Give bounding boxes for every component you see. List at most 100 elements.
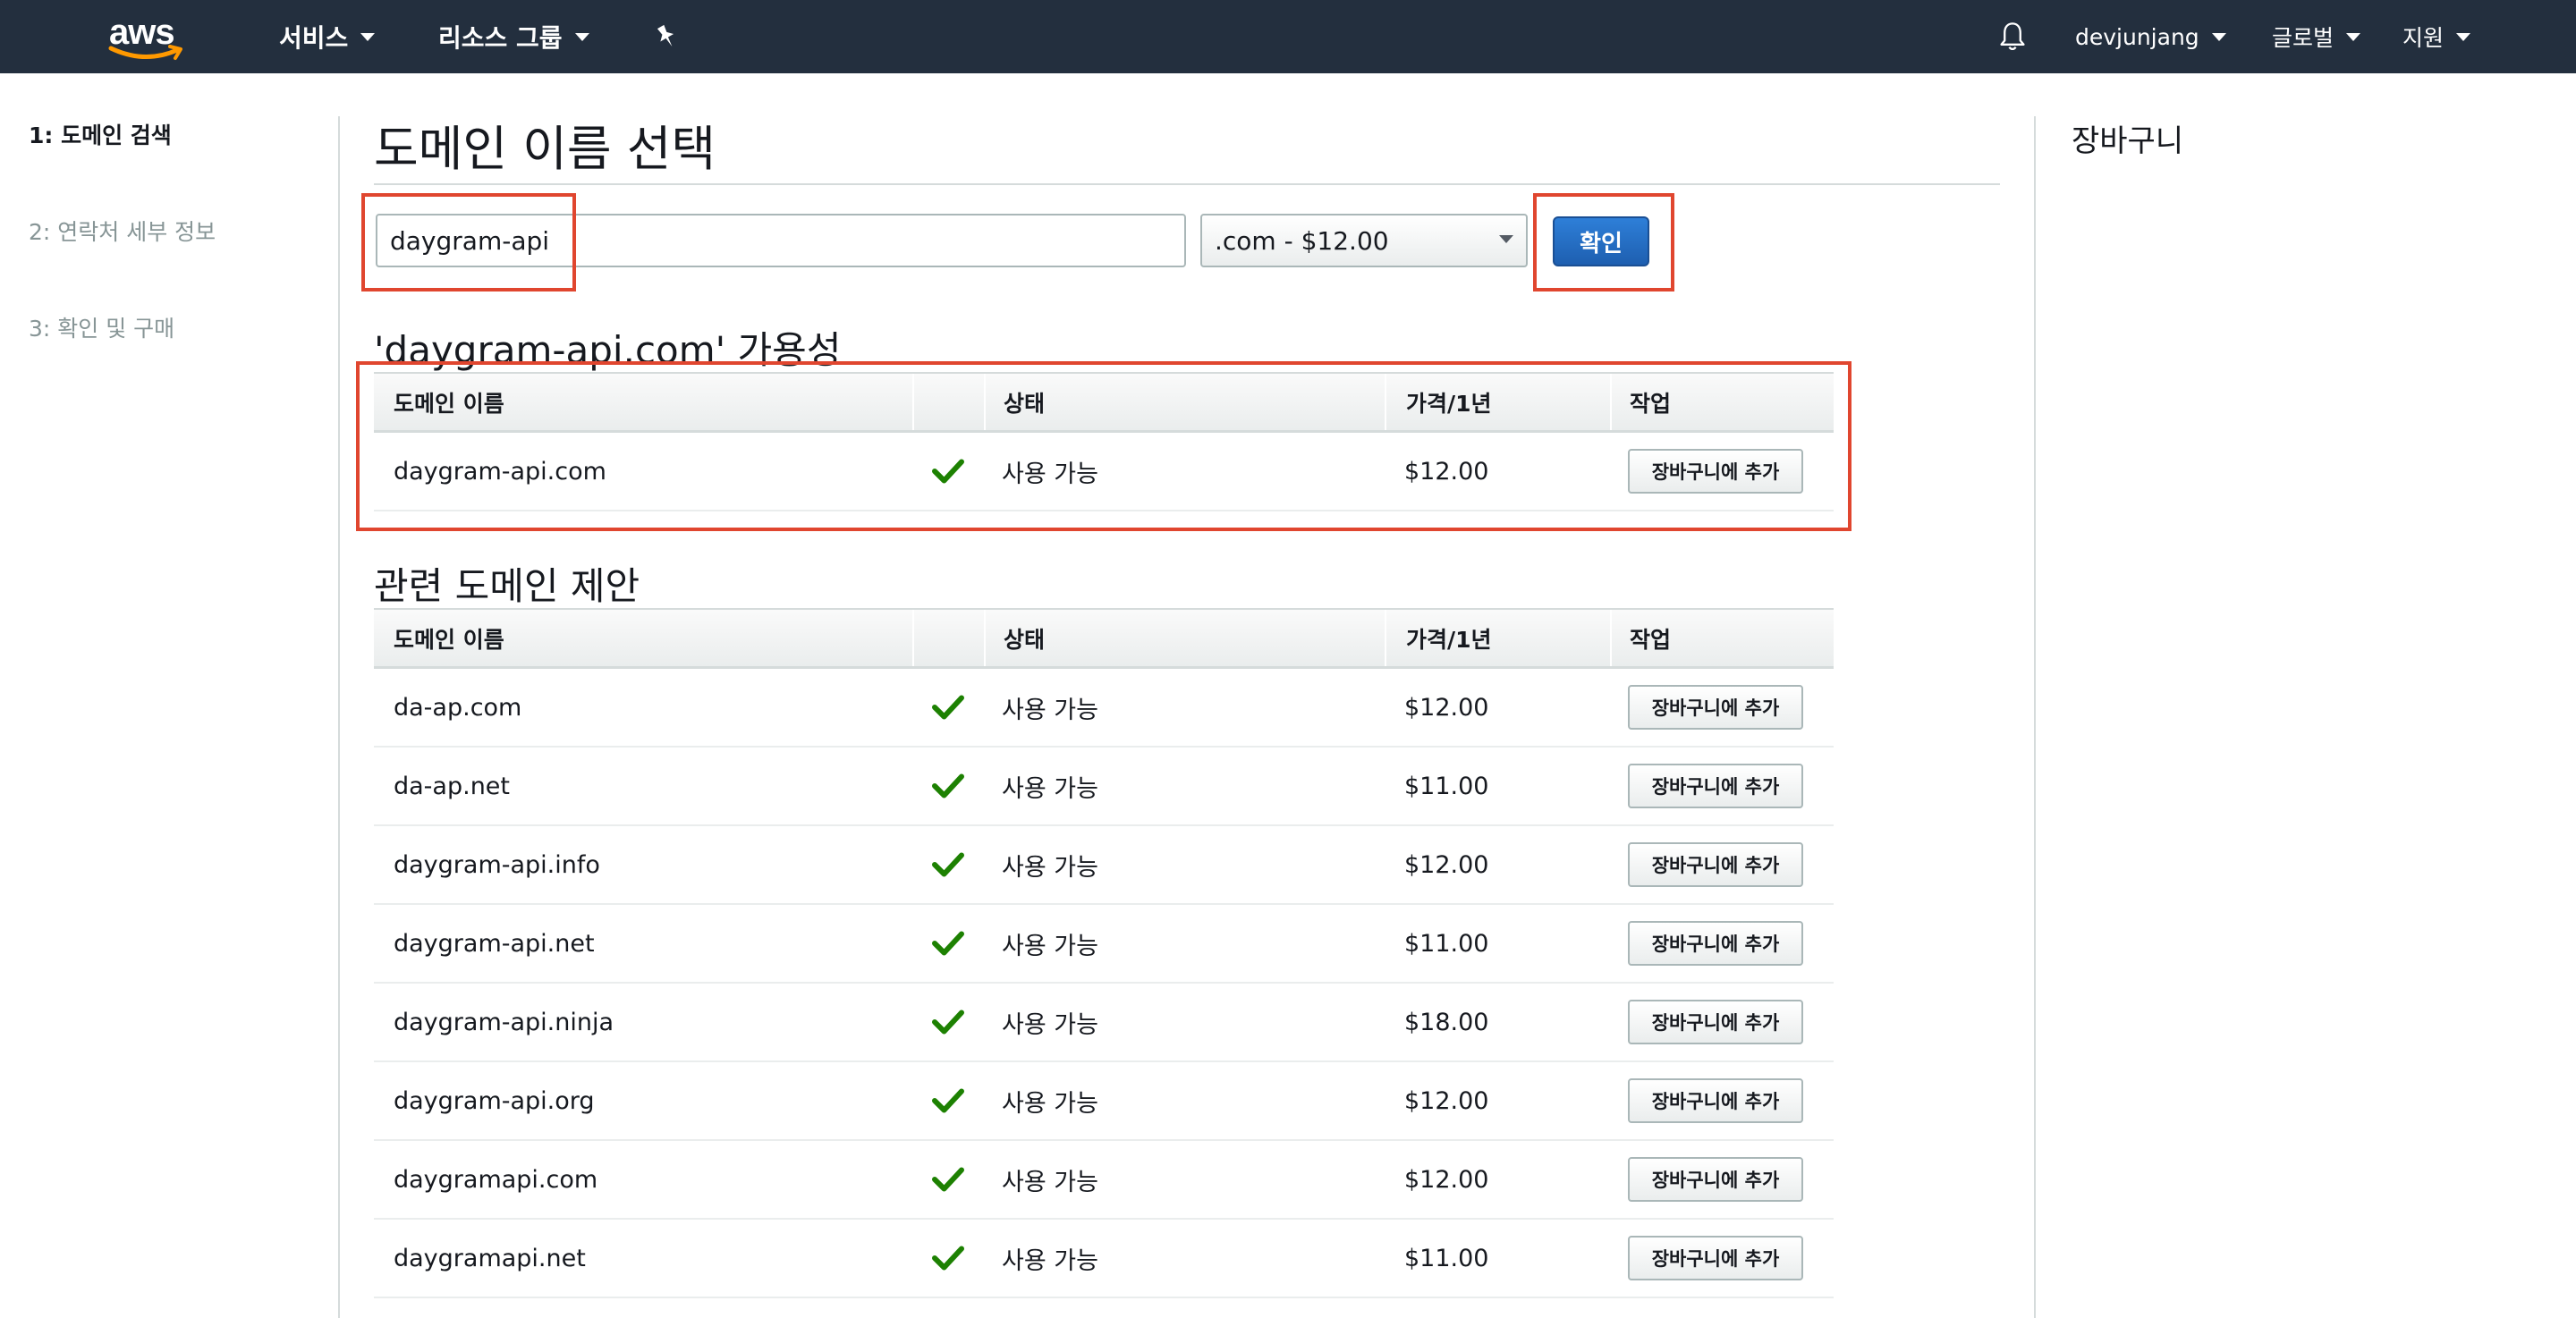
status-cell: 사용 가능 — [1002, 932, 1098, 960]
status-icon-cell — [912, 694, 984, 721]
check-icon — [932, 1167, 964, 1192]
resource-groups-menu-label: 리소스 그룹 — [438, 23, 563, 53]
header-action: 작업 — [1610, 374, 1834, 430]
suggestions-table: 도메인 이름 상태 가격/1년 작업 da-ap.com 사용 가능 $12.00 장… — [374, 608, 1834, 1298]
check-icon — [932, 695, 964, 720]
status-icon-cell — [912, 1087, 984, 1114]
action-cell: 장바구니에 추가 — [1610, 764, 1834, 808]
pin-icon[interactable] — [651, 21, 682, 52]
action-cell: 장바구니에 추가 — [1610, 685, 1834, 730]
chevron-down-icon — [2211, 32, 2226, 41]
status-cell: 사용 가능 — [1002, 1010, 1098, 1039]
page-title: 도메인 이름 선택 — [374, 121, 716, 177]
services-menu[interactable]: 서비스 — [279, 0, 376, 73]
action-cell: 장바구니에 추가 — [1610, 842, 1834, 887]
price-cell: $12.00 — [1404, 1086, 1489, 1115]
aws-logo[interactable]: aws — [106, 13, 186, 61]
header-domain-name: 도메인 이름 — [394, 390, 504, 417]
price-cell: $11.00 — [1404, 1244, 1489, 1272]
chevron-down-icon — [574, 32, 589, 41]
action-cell: 장바구니에 추가 — [1610, 1000, 1834, 1044]
step-contact-details[interactable]: 2: 연락처 세부 정보 — [29, 215, 216, 247]
top-navigation-bar: aws 서비스 리소스 그룹 devjunjang 글로벌 지원 — [0, 0, 2576, 73]
status-cell: 사용 가능 — [1002, 1168, 1098, 1196]
status-icon-cell — [912, 773, 984, 799]
check-icon — [932, 459, 964, 484]
availability-title: 'daygram-api.com' 가용성 — [374, 328, 842, 372]
chevron-down-icon — [2346, 32, 2361, 41]
availability-table: 도메인 이름 상태 가격/1년 작업 daygram-api.com 사용 가능 $… — [374, 372, 1834, 511]
dropdown-arrow-icon — [1499, 235, 1513, 243]
region-menu-label: 글로벌 — [2272, 25, 2334, 51]
action-cell: 장바구니에 추가 — [1610, 1157, 1834, 1202]
status-icon-cell — [912, 458, 984, 485]
add-to-cart-button[interactable]: 장바구니에 추가 — [1628, 921, 1803, 966]
domain-name-cell: daygram-api.info — [394, 850, 600, 879]
user-account-menu[interactable]: devjunjang — [2075, 0, 2226, 73]
header-domain-name: 도메인 이름 — [394, 626, 504, 653]
tld-select-value: .com - $12.00 — [1215, 225, 1389, 256]
check-icon — [932, 852, 964, 877]
action-cell: 장바구니에 추가 — [1610, 449, 1834, 494]
support-menu[interactable]: 지원 — [2402, 0, 2471, 73]
header-status: 상태 — [984, 610, 1385, 666]
price-cell: $12.00 — [1404, 1165, 1489, 1194]
add-to-cart-button[interactable]: 장바구니에 추가 — [1628, 764, 1803, 808]
table-row: daygramapi.net 사용 가능 $11.00 장바구니에 추가 — [374, 1220, 1834, 1298]
suggestions-title: 관련 도메인 제안 — [374, 564, 640, 608]
add-to-cart-button[interactable]: 장바구니에 추가 — [1628, 1000, 1803, 1044]
table-header: 도메인 이름 상태 가격/1년 작업 — [374, 608, 1834, 669]
bell-icon[interactable] — [1996, 20, 2029, 54]
status-cell: 사용 가능 — [1002, 460, 1098, 488]
domain-name-cell: daygram-api.org — [394, 1086, 595, 1115]
header-price: 가격/1년 — [1385, 374, 1610, 430]
add-to-cart-button[interactable]: 장바구니에 추가 — [1628, 1236, 1803, 1280]
status-cell: 사용 가능 — [1002, 853, 1098, 882]
table-row: da-ap.com 사용 가능 $12.00 장바구니에 추가 — [374, 669, 1834, 748]
add-to-cart-button[interactable]: 장바구니에 추가 — [1628, 685, 1803, 730]
table-row: da-ap.net 사용 가능 $11.00 장바구니에 추가 — [374, 748, 1834, 826]
step-review-purchase[interactable]: 3: 확인 및 구매 — [29, 311, 216, 343]
domain-name-cell: daygramapi.net — [394, 1244, 586, 1272]
status-cell: 사용 가능 — [1002, 1246, 1098, 1275]
action-cell: 장바구니에 추가 — [1610, 1236, 1834, 1280]
table-row: daygram-api.org 사용 가능 $12.00 장바구니에 추가 — [374, 1062, 1834, 1141]
table-row: daygram-api.info 사용 가능 $12.00 장바구니에 추가 — [374, 826, 1834, 905]
chevron-down-icon — [360, 32, 376, 41]
price-cell: $11.00 — [1404, 929, 1489, 958]
header-status-icon — [912, 610, 984, 666]
add-to-cart-button[interactable]: 장바구니에 추가 — [1628, 1078, 1803, 1123]
aws-smile-icon — [108, 45, 182, 60]
tld-select[interactable]: .com - $12.00 — [1200, 214, 1528, 267]
check-icon — [932, 931, 964, 956]
cart-title: 장바구니 — [2072, 123, 2184, 159]
resource-groups-menu[interactable]: 리소스 그룹 — [438, 0, 589, 73]
domain-name-cell: da-ap.com — [394, 693, 522, 722]
status-cell: 사용 가능 — [1002, 774, 1098, 803]
price-cell: $11.00 — [1404, 772, 1489, 800]
step-domain-search[interactable]: 1: 도메인 검색 — [29, 118, 216, 150]
header-status-icon — [912, 374, 984, 430]
check-icon — [932, 1246, 964, 1271]
support-menu-label: 지원 — [2402, 25, 2445, 51]
price-cell: $18.00 — [1404, 1008, 1489, 1036]
domain-name-cell: daygram-api.net — [394, 929, 595, 958]
check-icon — [932, 773, 964, 798]
header-status: 상태 — [984, 374, 1385, 430]
table-row: daygram-api.com 사용 가능 $12.00 장바구니에 추가 — [374, 433, 1834, 511]
region-menu[interactable]: 글로벌 — [2272, 0, 2361, 73]
user-account-label: devjunjang — [2075, 23, 2199, 50]
add-to-cart-button[interactable]: 장바구니에 추가 — [1628, 449, 1803, 494]
services-menu-label: 서비스 — [279, 23, 349, 53]
domain-name-cell: daygram-api.com — [394, 457, 606, 486]
add-to-cart-button[interactable]: 장바구니에 추가 — [1628, 842, 1803, 887]
table-row: daygram-api.ninja 사용 가능 $18.00 장바구니에 추가 — [374, 984, 1834, 1062]
price-cell: $12.00 — [1404, 850, 1489, 879]
header-action: 작업 — [1610, 610, 1834, 666]
price-cell: $12.00 — [1404, 693, 1489, 722]
status-cell: 사용 가능 — [1002, 1089, 1098, 1118]
check-icon — [932, 1088, 964, 1113]
add-to-cart-button[interactable]: 장바구니에 추가 — [1628, 1157, 1803, 1202]
confirm-button[interactable]: 확인 — [1553, 216, 1649, 266]
domain-search-input[interactable] — [376, 214, 1186, 267]
